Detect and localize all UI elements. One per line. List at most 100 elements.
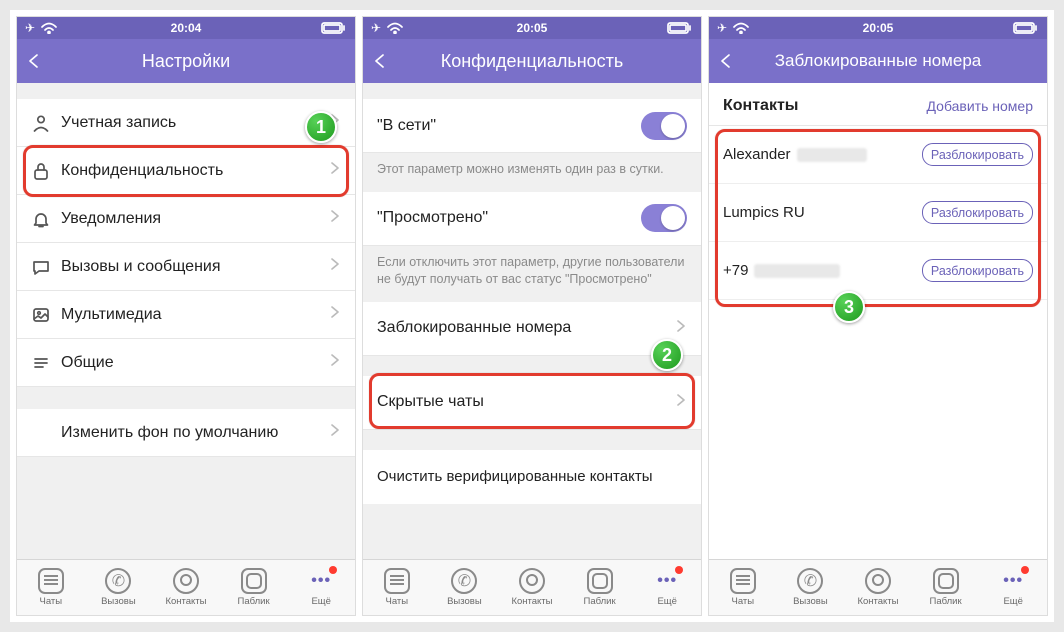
row-media[interactable]: Мультимедиа xyxy=(17,291,355,339)
tab-public[interactable]: Паблик xyxy=(912,560,980,615)
back-button[interactable] xyxy=(371,39,389,83)
redacted-text xyxy=(797,148,867,162)
row-label: Изменить фон по умолчанию xyxy=(61,424,329,442)
row-label: Скрытые чаты xyxy=(377,393,675,411)
row-label: Мультимедиа xyxy=(61,306,329,324)
battery-icon xyxy=(321,22,347,34)
back-button[interactable] xyxy=(717,39,735,83)
tab-chats[interactable]: Чаты xyxy=(709,560,777,615)
section-title: Контакты xyxy=(723,97,798,115)
chevron-left-icon xyxy=(371,52,389,70)
tab-bar: Чаты Вызовы Контакты Паблик Ещё xyxy=(17,559,355,615)
tab-bar: Чаты Вызовы Контакты Паблик Ещё xyxy=(709,559,1047,615)
notification-dot xyxy=(675,566,683,574)
description-seen: Если отключить этот параметр, другие пол… xyxy=(363,246,701,302)
navbar: Настройки xyxy=(17,39,355,83)
public-icon xyxy=(933,568,959,594)
lock-icon xyxy=(31,161,61,181)
screen-settings: ✈ 20:04 Настройки Учетная запись xyxy=(16,16,356,616)
wifi-icon xyxy=(387,22,403,34)
row-seen-status[interactable]: "Просмотрено" xyxy=(363,192,701,246)
airplane-icon: ✈ xyxy=(717,21,727,35)
tab-more[interactable]: Ещё xyxy=(287,560,355,615)
back-button[interactable] xyxy=(25,39,43,83)
settings-list-container: Учетная запись Конфиденциальность Уведом… xyxy=(17,83,355,559)
chevron-right-icon xyxy=(329,256,341,277)
row-notifications[interactable]: Уведомления xyxy=(17,195,355,243)
unblock-button[interactable]: Разблокировать xyxy=(922,259,1033,282)
step-badge-2: 2 xyxy=(651,339,683,371)
row-label: "Просмотрено" xyxy=(377,209,641,227)
contact-icon xyxy=(519,568,545,594)
add-number-link[interactable]: Добавить номер xyxy=(927,98,1033,114)
redacted-text xyxy=(754,264,840,278)
status-bar: ✈ 20:05 xyxy=(709,17,1047,39)
contact-icon xyxy=(173,568,199,594)
row-label: Заблокированные номера xyxy=(377,319,675,337)
chevron-right-icon xyxy=(675,392,687,413)
contact-icon xyxy=(865,568,891,594)
public-icon xyxy=(241,568,267,594)
tab-public[interactable]: Паблик xyxy=(566,560,634,615)
section-header: Контакты Добавить номер xyxy=(709,83,1047,126)
unblock-button[interactable]: Разблокировать xyxy=(922,201,1033,224)
tab-contacts[interactable]: Контакты xyxy=(498,560,566,615)
contact-name: Lumpics RU xyxy=(723,204,922,221)
picture-icon xyxy=(31,305,61,325)
notification-dot xyxy=(329,566,337,574)
screen-blocked: ✈ 20:05 Заблокированные номера Контакты … xyxy=(708,16,1048,616)
blocked-contact-row: +79 Разблокировать xyxy=(709,242,1047,300)
description-online: Этот параметр можно изменять один раз в … xyxy=(363,153,701,192)
blocked-contact-row: Alexander Разблокировать xyxy=(709,126,1047,184)
tab-public[interactable]: Паблик xyxy=(220,560,288,615)
row-label: Конфиденциальность xyxy=(61,162,329,180)
chevron-right-icon xyxy=(329,160,341,181)
public-icon xyxy=(587,568,613,594)
tab-chats[interactable]: Чаты xyxy=(363,560,431,615)
chevron-right-icon xyxy=(329,208,341,229)
person-icon xyxy=(31,113,61,133)
chat-bubble-icon xyxy=(31,257,61,277)
tab-calls[interactable]: Вызовы xyxy=(85,560,153,615)
chevron-left-icon xyxy=(717,52,735,70)
tab-more[interactable]: Ещё xyxy=(979,560,1047,615)
tab-bar: Чаты Вызовы Контакты Паблик Ещё xyxy=(363,559,701,615)
privacy-list-container: "В сети" Этот параметр можно изменять од… xyxy=(363,83,701,559)
row-label: Уведомления xyxy=(61,210,329,228)
status-bar: ✈ 20:05 xyxy=(363,17,701,39)
battery-icon xyxy=(667,22,693,34)
chat-icon xyxy=(384,568,410,594)
row-blocked-numbers[interactable]: Заблокированные номера xyxy=(363,302,701,356)
tab-calls[interactable]: Вызовы xyxy=(777,560,845,615)
row-privacy[interactable]: Конфиденциальность xyxy=(17,147,355,195)
row-label: Очистить верифицированные контакты xyxy=(377,468,687,485)
row-label: Общие xyxy=(61,354,329,372)
row-general[interactable]: Общие xyxy=(17,339,355,387)
tab-calls[interactable]: Вызовы xyxy=(431,560,499,615)
row-online-status[interactable]: "В сети" xyxy=(363,99,701,153)
row-change-background[interactable]: Изменить фон по умолчанию xyxy=(17,409,355,457)
row-label: Учетная запись xyxy=(61,114,329,132)
toggle-online[interactable] xyxy=(641,112,687,140)
chat-icon xyxy=(730,568,756,594)
tab-contacts[interactable]: Контакты xyxy=(152,560,220,615)
status-bar: ✈ 20:04 xyxy=(17,17,355,39)
toggle-seen[interactable] xyxy=(641,204,687,232)
tab-chats[interactable]: Чаты xyxy=(17,560,85,615)
blocked-contact-row: Lumpics RU Разблокировать xyxy=(709,184,1047,242)
tab-more[interactable]: Ещё xyxy=(633,560,701,615)
row-clear-verified[interactable]: Очистить верифицированные контакты xyxy=(363,450,701,504)
battery-icon xyxy=(1013,22,1039,34)
airplane-icon: ✈ xyxy=(25,21,35,35)
chevron-left-icon xyxy=(25,52,43,70)
phone-icon xyxy=(451,568,477,594)
row-calls-messages[interactable]: Вызовы и сообщения xyxy=(17,243,355,291)
unblock-button[interactable]: Разблокировать xyxy=(922,143,1033,166)
tab-contacts[interactable]: Контакты xyxy=(844,560,912,615)
chevron-right-icon xyxy=(329,422,341,443)
airplane-icon: ✈ xyxy=(371,21,381,35)
row-hidden-chats[interactable]: Скрытые чаты xyxy=(363,376,701,430)
list-icon xyxy=(31,353,61,373)
chevron-right-icon xyxy=(675,318,687,339)
row-label: "В сети" xyxy=(377,117,641,135)
